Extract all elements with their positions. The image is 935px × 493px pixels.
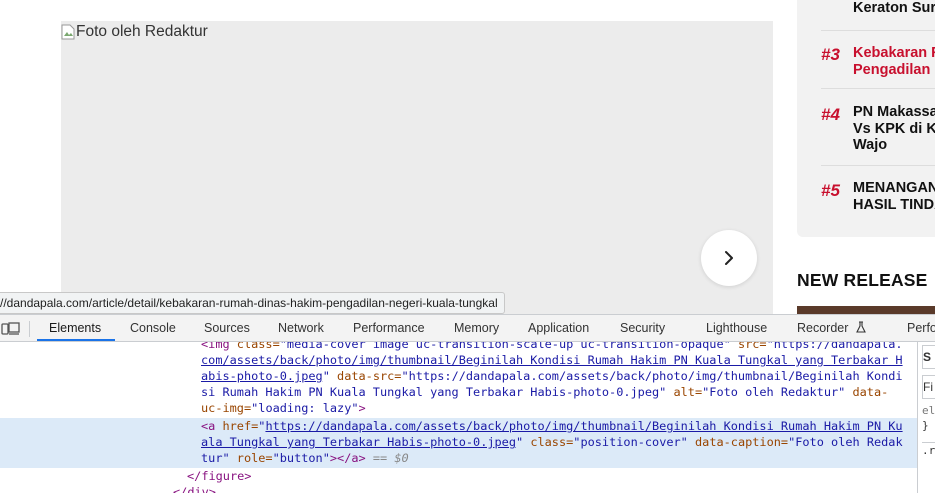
trending-title[interactable]: PN MakassaVs KPK di KaWajo: [853, 104, 935, 154]
tab-performance-insights[interactable]: Perfo: [907, 315, 935, 342]
tab-security[interactable]: Security: [620, 315, 665, 342]
toolbar-divider: [29, 321, 30, 337]
dom-line[interactable]: </div>: [173, 484, 216, 493]
tab-network[interactable]: Network: [278, 315, 324, 342]
device-toolbar-icon[interactable]: [1, 321, 21, 337]
element-style-label: el: [922, 404, 935, 418]
dom-line-selected[interactable]: ala Tungkal yang Terbakar Habis-photo-0.…: [201, 434, 903, 451]
tab-elements[interactable]: Elements: [49, 315, 101, 342]
tab-sources[interactable]: Sources: [204, 315, 250, 342]
status-url: //dandapala.com/article/detail/kebakaran…: [0, 292, 505, 314]
style-rule: .r: [922, 442, 935, 459]
tab-recorder[interactable]: Recorder: [797, 315, 867, 342]
tab-console[interactable]: Console: [130, 315, 176, 342]
trending-title[interactable]: Keraton Sur: [853, 0, 935, 17]
styles-tab[interactable]: S: [922, 345, 935, 369]
dom-line[interactable]: <img class="media-cover image uc-transit…: [201, 342, 903, 353]
devtools-tabbar: Elements Console Sources Network Perform…: [0, 314, 935, 342]
trending-rank: #4: [821, 105, 840, 124]
trending-item[interactable]: #4 PN MakassaVs KPK di KaWajo: [821, 88, 935, 167]
style-brace: }: [922, 419, 935, 433]
tab-application[interactable]: Application: [528, 315, 589, 342]
dom-line-selected[interactable]: <a href="https://dandapala.com/assets/ba…: [201, 418, 903, 435]
image-alt-label: Foto oleh Redaktur: [76, 23, 208, 40]
filter-input[interactable]: Fi: [922, 375, 935, 399]
devtools-panel: Elements Console Sources Network Perform…: [0, 314, 935, 493]
dom-line[interactable]: </figure>: [187, 468, 251, 485]
article-image[interactable]: Foto oleh Redaktur: [61, 21, 773, 316]
trending-title[interactable]: Kebakaran RPengadilan N: [853, 45, 935, 78]
dom-line[interactable]: com/assets/back/photo/img/thumbnail/Begi…: [201, 352, 903, 369]
trending-item[interactable]: #3 Kebakaran RPengadilan N: [821, 30, 935, 96]
broken-image-icon: [61, 24, 75, 40]
carousel-next-button[interactable]: [701, 230, 757, 286]
flask-icon: [856, 321, 866, 333]
chevron-right-icon: [725, 251, 733, 265]
styles-pane: S Fi el } .r: [917, 342, 935, 493]
dom-line[interactable]: uc-img="loading: lazy">: [201, 400, 366, 417]
tab-memory[interactable]: Memory: [454, 315, 499, 342]
elements-dom-tree[interactable]: <img class="media-cover image uc-transit…: [0, 342, 917, 493]
tab-performance[interactable]: Performance: [353, 315, 425, 342]
new-release-heading: NEW RELEASE: [797, 270, 928, 290]
image-alt-text: Foto oleh Redaktur: [61, 23, 208, 41]
trending-item[interactable]: #5 MENANGANHASIL TINDA: [821, 165, 935, 226]
trending-rank: #5: [821, 181, 840, 200]
trending-rank: #3: [821, 45, 840, 64]
dom-line[interactable]: abis-photo-0.jpeg" data-src="https://dan…: [201, 368, 903, 385]
dom-line-selected[interactable]: tur" role="button"></a> == $0: [201, 450, 409, 467]
dom-line[interactable]: si Rumah Hakim PN Kuala Tungkal yang Ter…: [201, 384, 888, 401]
active-tab-indicator: [37, 339, 115, 341]
trending-title[interactable]: MENANGANHASIL TINDA: [853, 180, 935, 213]
trending-sidebar: Keraton Sur #3 Kebakaran RPengadilan N #…: [797, 0, 935, 237]
tab-lighthouse[interactable]: Lighthouse: [706, 315, 767, 342]
